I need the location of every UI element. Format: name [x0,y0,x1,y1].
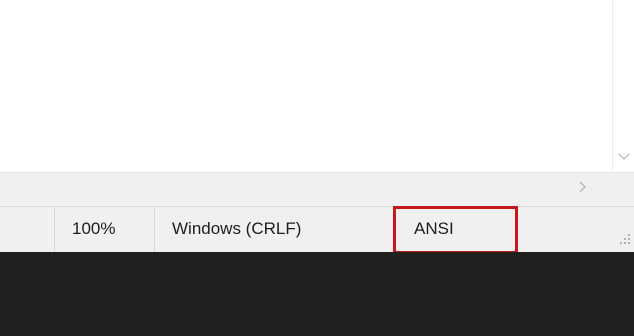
encoding-highlight-box [393,206,518,254]
notepad-window: 100% Windows (CRLF) ANSI [0,0,634,336]
status-bar: 100% Windows (CRLF) ANSI [0,206,634,253]
line-ending-indicator: Windows (CRLF) [172,219,302,238]
resize-grip-icon[interactable] [618,232,630,244]
chevron-down-icon[interactable] [613,148,634,166]
zoom-level: 100% [72,219,116,238]
chevron-right-icon[interactable] [574,178,592,196]
taskbar [0,252,634,336]
horizontal-scrollbar[interactable] [0,172,612,206]
scrollbar-corner [612,172,634,206]
status-separator [154,207,155,253]
text-editor-area[interactable] [0,0,612,172]
status-separator [54,207,55,253]
vertical-scrollbar[interactable] [612,0,634,172]
